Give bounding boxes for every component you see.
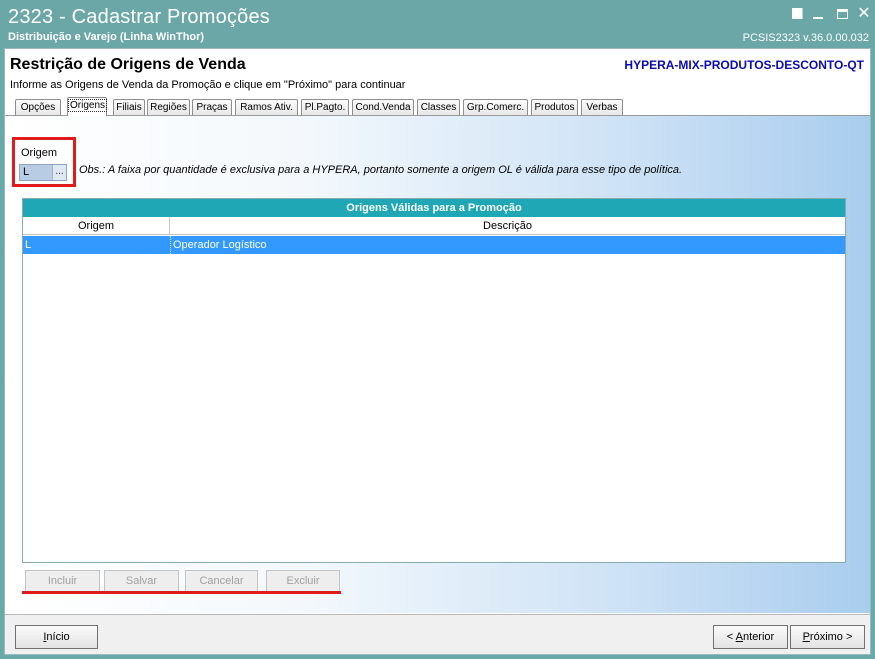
tab-pracas[interactable]: Praças [192,99,232,115]
tab-cond-venda[interactable]: Cond.Venda [352,99,414,115]
anterior-prefix: < [726,631,736,643]
origem-highlight: Origem L ... [12,137,76,187]
title-bar[interactable]: 2323 - Cadastrar Promoções Distribuição … [0,0,875,48]
tab-label: Produtos [534,102,575,113]
tab-regioes[interactable]: Regiões [147,99,190,115]
incluir-button[interactable]: Incluir [25,570,100,592]
maximize-icon[interactable] [834,6,850,22]
lookup-button[interactable]: ... [52,165,66,180]
grid-header: Origem Descrição [23,217,845,235]
column-header-origem[interactable]: Origem [23,217,170,235]
edit-icon[interactable] [789,6,805,22]
footer-bar: Início < Anterior Próximo > [5,614,870,654]
tab-label: Praças [196,102,228,113]
anterior-accel: A [735,631,744,643]
page-header: Restrição de Origens de Venda Informe as… [5,49,870,99]
tab-label: Cond.Venda [355,102,411,113]
origens-grid: Origens Válidas para a Promoção Origem D… [22,198,846,563]
proximo-button[interactable]: Próximo > [790,625,865,649]
grid-title: Origens Válidas para a Promoção [23,199,845,217]
tab-label: Classes [420,102,457,113]
window-title: 2323 - Cadastrar Promoções [8,6,270,28]
table-row[interactable]: L Operador Logístico [23,236,845,254]
tab-opcoes[interactable]: Opções [15,99,61,115]
minimize-icon[interactable] [810,6,826,22]
tab-classes[interactable]: Classes [417,99,460,115]
close-icon[interactable]: ✕ [856,6,872,22]
tab-label: Filiais [116,102,142,113]
origem-input[interactable]: L ... [19,164,67,181]
tab-strip: Opções Origens Filiais Regiões Praças Ra… [11,97,871,116]
inicio-button[interactable]: Início [15,625,98,649]
tab-grp-comerc[interactable]: Grp.Comerc. [463,99,528,115]
tab-origens[interactable]: Origens [67,97,108,116]
tab-label: Verbas [586,102,618,113]
cell-origem: L [25,239,32,251]
origens-panel: Origem L ... Obs.: A faixa por quantidad… [5,115,870,613]
tab-label: Regiões [150,102,187,113]
salvar-button[interactable]: Salvar [104,570,179,592]
anterior-label: nterior [743,631,775,643]
page-title: Restrição de Origens de Venda [10,56,246,73]
tab-label: Pl.Pagto. [304,102,346,113]
anterior-button[interactable]: < Anterior [713,625,788,649]
window-subtitle: Distribuição e Varejo (Linha WinThor) [8,31,205,43]
tab-verbas[interactable]: Verbas [581,99,623,115]
column-header-descricao[interactable]: Descrição [170,217,845,235]
tab-label: Grp.Comerc. [466,102,525,113]
action-highlight-underline [22,591,341,594]
origem-label: Origem [21,147,58,159]
cancelar-button[interactable]: Cancelar [185,570,258,592]
client-area: Restrição de Origens de Venda Informe as… [4,48,871,655]
tab-produtos[interactable]: Produtos [531,99,578,115]
origem-value: L [23,166,30,178]
tab-filiais[interactable]: Filiais [113,99,145,115]
policy-code: HYPERA-MIX-PRODUTOS-DESCONTO-QT [624,58,864,72]
app-window: 2323 - Cadastrar Promoções Distribuição … [0,0,875,659]
proximo-label: róximo > [809,631,853,643]
excluir-button[interactable]: Excluir [266,570,340,592]
obs-note: Obs.: A faixa por quantidade é exclusiva… [79,164,683,176]
tab-label: Opções [20,102,56,113]
version-label: PCSIS2323 v.36.0.00.032 [742,32,869,44]
cell-descricao: Operador Logístico [170,236,845,254]
tab-ramos-ativ[interactable]: Ramos Ativ. [235,99,298,115]
page-description: Informe as Origens de Venda da Promoção … [10,79,406,91]
inicio-label: nício [46,631,70,643]
tab-pl-pagto[interactable]: Pl.Pagto. [301,99,349,115]
proximo-accel: P [802,631,810,643]
tab-label: Ramos Ativ. [240,102,293,113]
tab-label: Origens [68,99,108,112]
